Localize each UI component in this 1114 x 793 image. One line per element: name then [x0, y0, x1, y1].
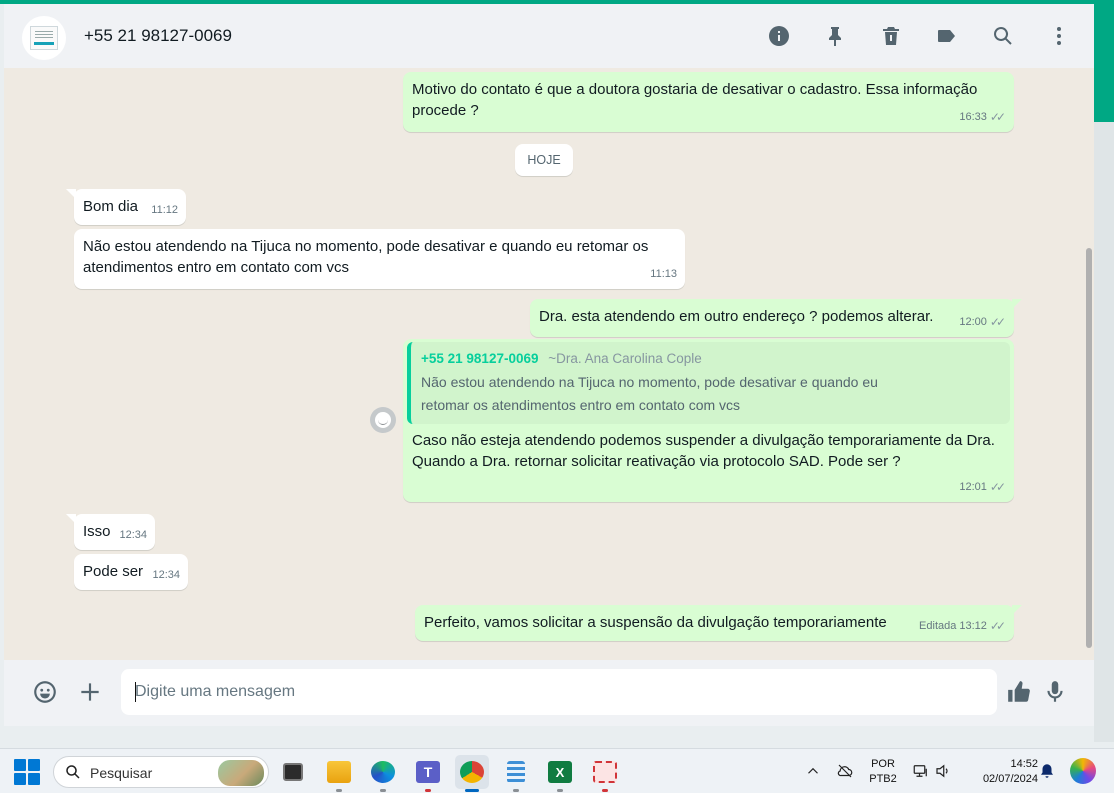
chat-header[interactable]: +55 21 98127-0069	[4, 4, 1094, 68]
start-windows-icon[interactable]	[14, 759, 40, 785]
folder-icon	[327, 761, 351, 783]
delete-icon[interactable]	[876, 21, 906, 51]
search-icon[interactable]	[988, 21, 1018, 51]
message-meta: 12:34	[152, 565, 180, 586]
label-icon[interactable]	[932, 21, 962, 51]
taskbar-app-file-explorer[interactable]	[322, 755, 356, 792]
background-strip	[1094, 4, 1114, 122]
background-strip-lower	[1094, 122, 1114, 742]
volume-icon[interactable]	[934, 762, 954, 782]
double-check-icon: ✓✓	[989, 110, 1006, 124]
message-text: Não estou atendendo na Tijuca no momento…	[83, 238, 649, 276]
taskbar-app-task-view[interactable]	[276, 755, 310, 789]
notepad-icon	[507, 761, 525, 783]
message-meta: 16:33 ✓✓	[959, 107, 1006, 128]
message-time: 12:34	[119, 529, 147, 541]
quoted-alias: ~Dra. Ana Carolina Cople	[548, 351, 702, 366]
clock[interactable]: 14:52 02/07/2024	[962, 757, 1038, 787]
message-text: Perfeito, vamos solicitar a suspensão da…	[424, 614, 887, 631]
scrollbar-thumb[interactable]	[1086, 248, 1092, 648]
teams-icon: T	[416, 761, 440, 783]
notification-bell-icon[interactable]	[1038, 762, 1058, 782]
message-bubble-outgoing[interactable]: Perfeito, vamos solicitar a suspensão da…	[415, 605, 1022, 641]
taskbar-app-edge[interactable]	[366, 755, 400, 792]
message-composer	[4, 660, 1094, 726]
taskbar-search-label: Pesquisar	[90, 765, 153, 781]
taskbar-app-notepad[interactable]	[499, 755, 533, 792]
message-meta: Editada 13:12 ✓✓	[919, 616, 1006, 637]
message-bubble-incoming[interactable]: Não estou atendendo na Tijuca no momento…	[74, 229, 685, 289]
avatar[interactable]	[22, 16, 66, 60]
message-text: Dra. esta atendendo em outro endereço ? …	[539, 308, 934, 325]
taskbar-app-teams[interactable]: T	[411, 755, 445, 792]
clock-date: 02/07/2024	[982, 773, 1038, 785]
menu-icon[interactable]	[1044, 21, 1074, 51]
message-text: Motivo do contato é que a doutora gostar…	[412, 81, 978, 119]
taskbar-app-excel[interactable]: X	[543, 755, 577, 792]
date-divider: HOJE	[515, 144, 573, 176]
reaction-emoji-icon[interactable]	[370, 407, 396, 433]
chrome-icon	[460, 761, 484, 783]
message-time: 12:34	[152, 569, 180, 581]
network-icon[interactable]	[912, 762, 932, 782]
text-caret	[135, 682, 136, 702]
message-time: 12:00	[959, 316, 987, 328]
header-actions	[764, 21, 1074, 51]
edge-icon	[371, 761, 395, 783]
pin-icon[interactable]	[820, 21, 850, 51]
message-bubble-incoming[interactable]: Bom dia 11:12	[66, 189, 186, 225]
message-time: 11:13	[650, 268, 677, 280]
quoted-text: Não estou atendendo na Tijuca no momento…	[421, 374, 878, 413]
message-time: 13:12	[959, 620, 987, 632]
emoji-icon[interactable]	[30, 677, 60, 707]
search-icon	[64, 763, 84, 783]
message-list[interactable]: Motivo do contato é que a doutora gostar…	[4, 68, 1094, 660]
info-icon[interactable]	[764, 21, 794, 51]
task-view-icon	[283, 763, 303, 781]
clock-time: 14:52	[1010, 758, 1038, 770]
double-check-icon: ✓✓	[989, 315, 1006, 329]
cloud-sync-icon[interactable]	[836, 762, 856, 782]
search-highlight-image	[218, 760, 264, 786]
taskbar-app-chrome[interactable]	[455, 755, 489, 792]
edited-label: Editada	[919, 620, 957, 632]
message-meta: 12:00 ✓✓	[959, 312, 1006, 333]
quoted-message[interactable]: +55 21 98127-0069 ~Dra. Ana Carolina Cop…	[407, 342, 1010, 424]
copilot-icon[interactable]	[1070, 758, 1096, 784]
message-time: 16:33	[959, 111, 987, 123]
message-time: 11:12	[151, 204, 178, 216]
double-check-icon: ✓✓	[989, 619, 1006, 633]
language-indicator[interactable]: POR PTB2	[866, 757, 900, 787]
message-meta: 12:34	[119, 525, 147, 546]
message-text-line-2: Quando a Dra. retornar solicitar reativa…	[412, 453, 901, 470]
windows-taskbar: Pesquisar T X POR PTB2 14:52 02/07/2024	[0, 748, 1114, 793]
snipping-tool-icon	[593, 761, 617, 783]
message-bubble-outgoing-reply[interactable]: +55 21 98127-0069 ~Dra. Ana Carolina Cop…	[403, 339, 1014, 502]
message-meta: 11:13	[650, 264, 677, 285]
chevron-up-icon[interactable]	[804, 762, 824, 782]
message-meta: 11:12	[151, 200, 178, 221]
message-meta: 12:01 ✓✓	[959, 477, 1006, 498]
attach-plus-icon[interactable]	[75, 677, 105, 707]
message-bubble-incoming[interactable]: Isso 12:34	[66, 514, 155, 550]
contact-name[interactable]: +55 21 98127-0069	[84, 26, 232, 46]
chat-window: +55 21 98127-0069 Motivo do contato é qu…	[4, 4, 1094, 726]
message-input[interactable]	[121, 669, 997, 715]
message-bubble-outgoing[interactable]: Dra. esta atendendo em outro endereço ? …	[530, 299, 1022, 337]
thumbs-up-icon[interactable]	[1004, 677, 1034, 707]
taskbar-app-snipping-tool[interactable]	[588, 755, 622, 792]
quoted-author: +55 21 98127-0069	[421, 351, 539, 366]
message-text-line-1: Caso não esteja atendendo podemos suspen…	[412, 432, 995, 449]
message-time: 12:01	[959, 481, 987, 493]
message-bubble-outgoing[interactable]: Motivo do contato é que a doutora gostar…	[403, 72, 1014, 132]
message-bubble-incoming[interactable]: Pode ser 12:34	[74, 554, 188, 590]
chat-scrollbar[interactable]	[1086, 68, 1094, 660]
taskbar-search[interactable]: Pesquisar	[53, 756, 269, 788]
avatar-logo-icon	[30, 26, 58, 50]
microphone-icon[interactable]	[1040, 677, 1070, 707]
excel-icon: X	[548, 761, 572, 783]
double-check-icon: ✓✓	[989, 480, 1006, 494]
